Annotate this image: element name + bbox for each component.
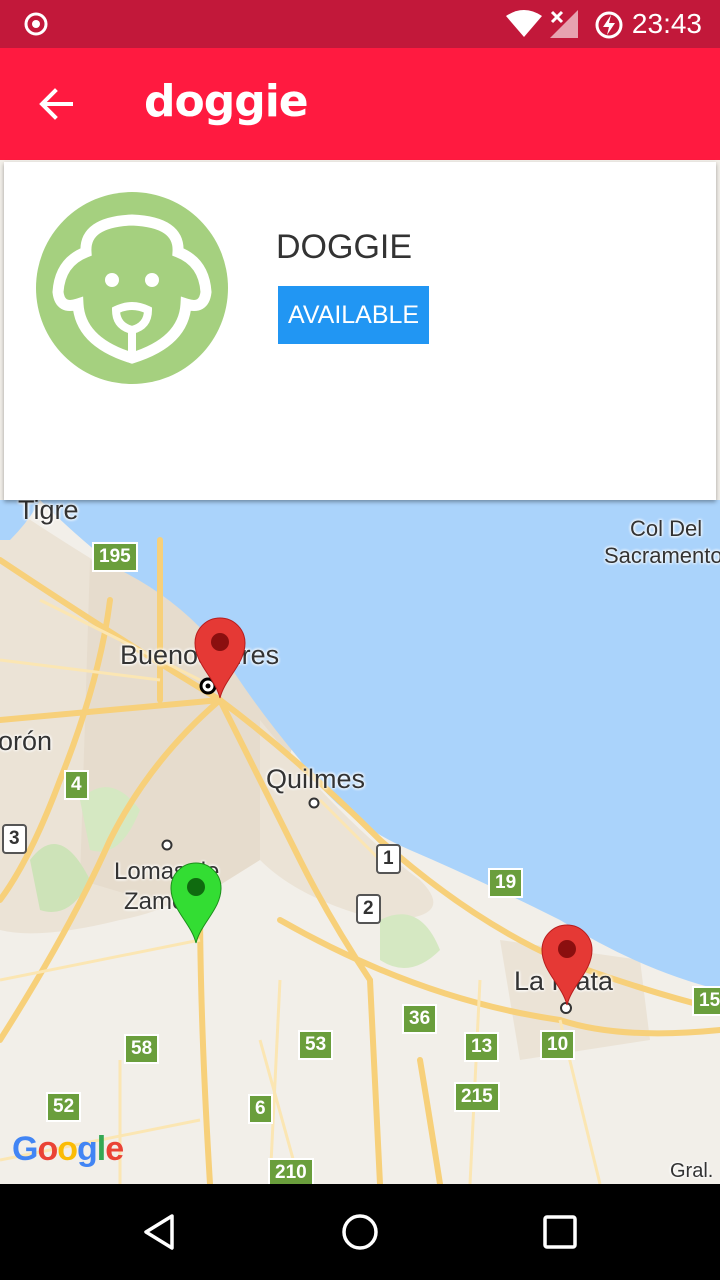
route-shield: 19 (488, 868, 524, 898)
route-shield: 195 (92, 542, 138, 572)
notification-icon (24, 12, 48, 36)
route-shield: 215 (454, 1082, 500, 1112)
wifi-icon (506, 10, 542, 37)
route-shield: 36 (402, 1004, 438, 1034)
map-marker-green[interactable] (169, 861, 223, 945)
route-shield: 2 (356, 894, 381, 924)
route-shield: 58 (124, 1034, 160, 1064)
map-marker-red[interactable] (193, 616, 247, 700)
route-shield: 13 (464, 1032, 500, 1062)
route-shield: 15 (692, 986, 720, 1016)
app-bar: doggie (0, 48, 720, 160)
nav-home-button[interactable] (336, 1208, 384, 1256)
arrow-left-icon (39, 88, 73, 120)
route-shield: 1 (376, 844, 401, 874)
clock: 23:43 (631, 8, 702, 39)
dog-avatar-icon (36, 192, 228, 384)
route-shield: 4 (64, 770, 89, 800)
google-logo: Google (12, 1130, 124, 1168)
status-badge[interactable]: AVAILABLE (278, 286, 430, 344)
signal-icon (550, 10, 578, 38)
dog-info-card[interactable]: DOGGIE AVAILABLE (4, 162, 716, 500)
route-shield: 3 (2, 824, 27, 854)
map-label-gral: Gral. (670, 1160, 714, 1182)
recents-square-icon (543, 1215, 577, 1249)
nav-back-button[interactable] (136, 1208, 184, 1256)
map-marker-red[interactable] (540, 923, 594, 1007)
route-shield: 52 (46, 1092, 82, 1122)
route-shield: 210 (268, 1158, 314, 1184)
route-shield: 10 (540, 1030, 576, 1060)
status-bar: 23:43 (0, 0, 720, 48)
battery-charging-icon (595, 11, 623, 39)
back-button[interactable] (26, 74, 86, 134)
navigation-bar (0, 1184, 720, 1280)
map-label-sacramento: Sacramento (604, 543, 720, 568)
home-circle-icon (342, 1214, 378, 1250)
app-title: doggie (144, 76, 309, 127)
map-label-quilmes: Quilmes (266, 764, 366, 794)
route-shield: 6 (248, 1094, 273, 1124)
route-shield: 53 (298, 1030, 334, 1060)
map-label-col-del: Col Del (630, 516, 703, 541)
map-label-moron: orón (0, 726, 53, 756)
back-triangle-icon (144, 1214, 174, 1250)
dog-name: DOGGIE (276, 228, 413, 266)
nav-recents-button[interactable] (536, 1208, 584, 1256)
